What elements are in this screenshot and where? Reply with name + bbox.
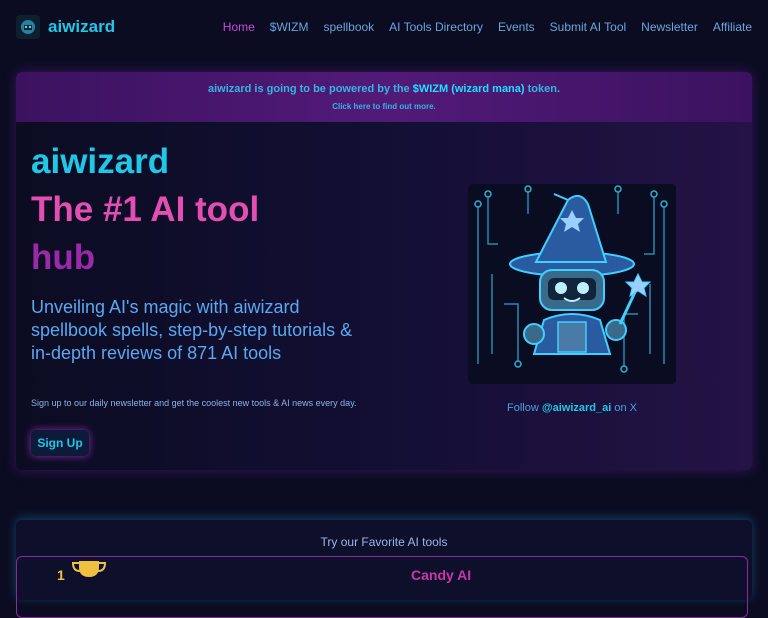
hero-brand-heading: aiwizard (31, 142, 170, 181)
favorite-tools-section: Try our Favorite AI tools 1 Candy AI (16, 520, 752, 618)
sign-up-button[interactable]: Sign Up (31, 430, 89, 456)
nav-events[interactable]: Events (498, 20, 535, 34)
trophy-icon (71, 561, 107, 577)
banner-highlight: $WIZM (wizard mana) (412, 83, 525, 95)
tool-rank: 1 (57, 567, 65, 583)
newsletter-signup-text: Sign up to our daily newsletter and get … (31, 398, 357, 408)
hero-title-line-1: The #1 AI tool (31, 190, 260, 229)
follow-suffix: on X (611, 402, 637, 414)
nav-wizm[interactable]: $WIZM (270, 20, 309, 34)
banner-text: aiwizard is going to be powered by the $… (16, 83, 752, 95)
hero-section: aiwizard is going to be powered by the $… (16, 72, 752, 470)
hero-subtitle: Unveiling AI's magic with aiwizard spell… (31, 297, 353, 363)
banner-prefix: aiwizard is going to be powered by the (207, 83, 413, 95)
nav-newsletter[interactable]: Newsletter (641, 20, 698, 34)
favorite-tools-title: Try our Favorite AI tools (320, 535, 448, 549)
follow-prefix: Follow (507, 402, 542, 414)
top-navigation-bar: aiwizard Home $WIZM spellbook AI Tools D… (0, 0, 768, 56)
nav-home[interactable]: Home (223, 20, 255, 34)
main-nav: Home $WIZM spellbook AI Tools Directory … (208, 20, 752, 34)
banner-link[interactable]: Click here to find out more. (16, 102, 752, 111)
aiwizard-logo-icon[interactable] (16, 15, 40, 39)
follow-on-x-link[interactable]: Follow @aiwizard_ai on X (468, 402, 676, 414)
nav-spellbook[interactable]: spellbook (323, 20, 374, 34)
nav-affiliate[interactable]: Affiliate (713, 20, 752, 34)
follow-handle[interactable]: @aiwizard_ai (542, 402, 611, 414)
wizard-robot-illustration (468, 184, 676, 384)
token-announcement-banner: aiwizard is going to be powered by the $… (16, 72, 752, 122)
brand-name[interactable]: aiwizard (48, 17, 115, 37)
favorite-tool-card[interactable]: 1 Candy AI (16, 556, 748, 618)
banner-suffix: token. (524, 83, 561, 95)
wizard-robot-icon (474, 185, 668, 373)
nav-submit-ai-tool[interactable]: Submit AI Tool (550, 20, 627, 34)
hero-title-line-2: hub (31, 238, 96, 277)
tool-name[interactable]: Candy AI (411, 567, 471, 583)
nav-ai-tools-directory[interactable]: AI Tools Directory (389, 20, 483, 34)
